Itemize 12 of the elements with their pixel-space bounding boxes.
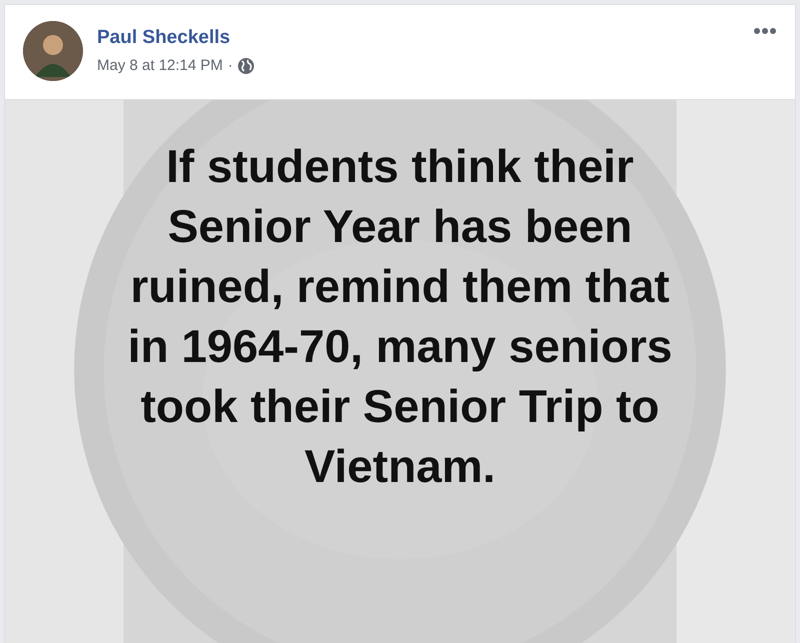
- separator: ·: [228, 57, 233, 74]
- image-caption-line: in 1964-70, many seniors: [128, 319, 672, 374]
- image-caption-line: If students think their: [166, 139, 634, 194]
- image-caption-line: Senior Year has been: [168, 199, 632, 254]
- avatar[interactable]: [23, 21, 83, 81]
- image-caption-line: took their Senior Trip to: [140, 379, 660, 434]
- image-caption-line: ruined, remind them that: [130, 259, 670, 314]
- globe-icon: [238, 58, 254, 74]
- author-name[interactable]: Paul Sheckells: [97, 27, 254, 49]
- image-caption-line: Vietnam.: [304, 439, 496, 494]
- post-timestamp[interactable]: May 8 at 12:14 PM: [97, 57, 223, 74]
- more-options-icon[interactable]: [753, 27, 777, 35]
